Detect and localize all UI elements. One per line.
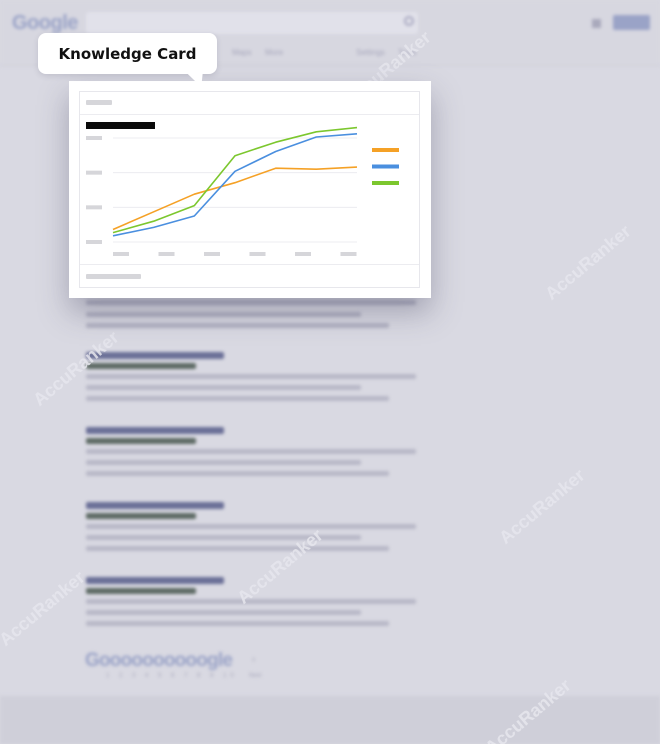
result-url xyxy=(86,363,196,369)
result-url xyxy=(86,588,196,594)
apps-grid-icon[interactable] xyxy=(592,19,601,28)
y-tick-label xyxy=(86,205,102,210)
tab-maps[interactable]: Maps xyxy=(232,48,252,57)
tab-settings[interactable]: Settings xyxy=(356,48,385,57)
line-chart xyxy=(86,126,399,256)
snippet-line xyxy=(86,300,416,305)
result-snippet-line xyxy=(86,471,389,476)
result-title[interactable] xyxy=(86,577,224,584)
result-snippet-line xyxy=(86,449,416,454)
result-url xyxy=(86,513,196,519)
callout-bubble: Knowledge Card xyxy=(38,33,217,74)
x-tick-label xyxy=(295,252,311,256)
series-line-1 xyxy=(112,133,358,237)
x-tick-label xyxy=(340,252,357,256)
next-page-link[interactable]: Next xyxy=(249,673,261,679)
tab-more[interactable]: More xyxy=(265,48,283,57)
series-line-0 xyxy=(112,166,358,231)
result-snippet-line xyxy=(86,374,416,379)
card-divider xyxy=(80,264,419,265)
legend-swatch-2 xyxy=(372,181,399,185)
x-tick-label xyxy=(113,252,129,256)
y-tick-label xyxy=(86,240,102,244)
page-footer xyxy=(0,696,660,744)
card-footer-placeholder xyxy=(86,274,141,279)
result-snippet-line xyxy=(86,385,361,390)
knowledge-card[interactable] xyxy=(69,81,431,298)
search-input[interactable] xyxy=(86,12,418,34)
snippet-line xyxy=(86,312,361,317)
y-tick-label xyxy=(86,170,102,175)
result-snippet-line xyxy=(86,460,361,465)
next-arrow-icon[interactable]: › xyxy=(252,654,255,665)
result-title[interactable] xyxy=(86,427,224,434)
result-snippet-line xyxy=(86,621,389,626)
search-icon[interactable] xyxy=(404,16,414,26)
pagination-numbers[interactable]: 1 2 3 4 5 6 7 8 9 10 xyxy=(106,673,238,679)
x-tick-label xyxy=(249,252,266,256)
result-snippet-line xyxy=(86,524,416,529)
google-logo[interactable]: Google xyxy=(12,12,78,35)
result-snippet-line xyxy=(86,546,389,551)
callout-label: Knowledge Card xyxy=(58,44,197,63)
sign-in-button[interactable] xyxy=(613,15,650,30)
pagination-logo: Goooooooooogle xyxy=(85,650,233,671)
legend-swatch-1 xyxy=(372,164,399,169)
result-title[interactable] xyxy=(86,502,224,509)
result-snippet-line xyxy=(86,610,361,615)
legend-swatch-0 xyxy=(372,148,399,152)
series-line-2 xyxy=(112,126,358,234)
x-tick-label xyxy=(158,252,175,256)
y-tick-label xyxy=(86,136,102,140)
result-url xyxy=(86,438,196,444)
knowledge-card-panel xyxy=(79,91,420,288)
snippet-line xyxy=(86,323,389,328)
x-tick-label xyxy=(204,252,220,256)
result-snippet-line xyxy=(86,396,389,401)
